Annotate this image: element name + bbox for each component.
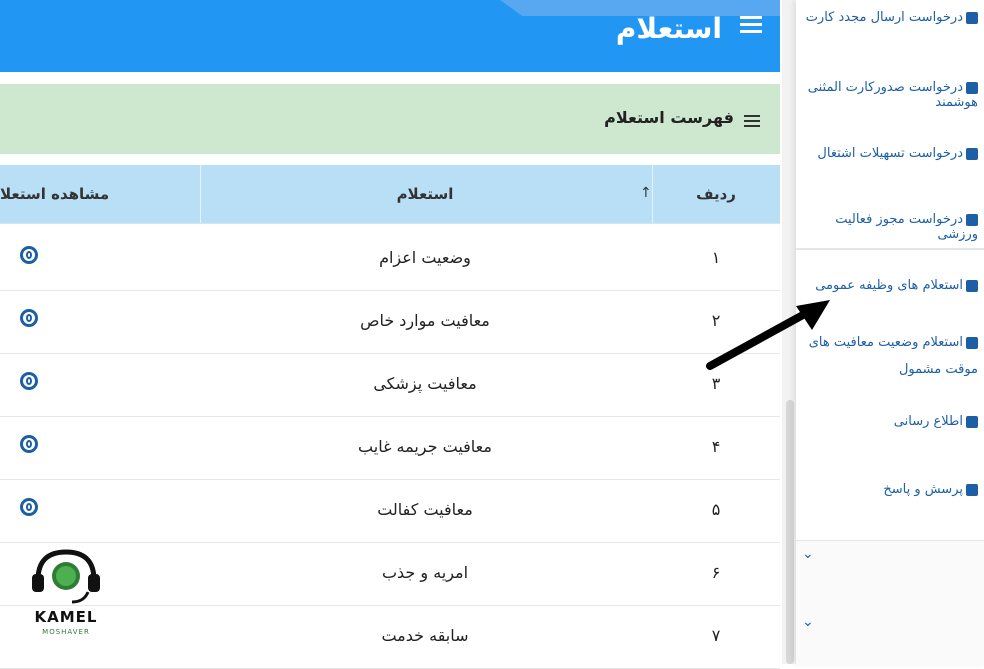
- row-number: ۴: [711, 437, 721, 456]
- search-icon: [966, 337, 978, 349]
- view-icon[interactable]: [20, 246, 38, 264]
- money-icon: [966, 147, 978, 160]
- table-row: معافیت کفالت ۵: [0, 480, 780, 543]
- row-number: ۵: [711, 500, 721, 519]
- column-row[interactable]: ردیف: [652, 165, 780, 223]
- column-view: مشاهده استعلا: [0, 185, 110, 203]
- scrollbar-thumb[interactable]: [786, 400, 794, 664]
- row-title: سابقه خدمت: [381, 626, 469, 645]
- chevron-down-icon[interactable]: ⌄: [802, 614, 814, 630]
- table-header: مشاهده استعلا استعلام ↑ ردیف: [0, 165, 780, 224]
- card-icon: [966, 11, 978, 24]
- sidebar-item-duplicate-card[interactable]: درخواست صدورکارت المثنی هوشمند: [798, 80, 978, 110]
- search-icon: [966, 279, 978, 292]
- sidebar-item-card-resend[interactable]: درخواست ارسال مجدد کارت: [798, 10, 978, 25]
- sidebar-item-faq[interactable]: پرسش و پاسخ: [798, 482, 978, 497]
- row-number: ۶: [711, 563, 721, 582]
- page-title: استعلام: [615, 12, 722, 45]
- menu-icon[interactable]: [740, 12, 762, 33]
- row-number: ۱: [711, 248, 721, 267]
- table-row: امریه و جذب ۶: [0, 543, 780, 606]
- sidebar-item-sport-permit[interactable]: درخواست مجوز فعالیت ورزشی: [798, 212, 978, 242]
- table-row: وضعیت اعزام ۱: [0, 228, 780, 291]
- row-number: ۷: [711, 626, 721, 645]
- info-icon: [966, 415, 978, 428]
- list-icon: [744, 112, 760, 127]
- row-title: معافیت موارد خاص: [360, 311, 490, 330]
- annotation-arrow: [706, 300, 830, 370]
- sidebar-item-public-duty-inquiry[interactable]: استعلام های وظیفه عمومی: [798, 278, 978, 293]
- chevron-down-icon[interactable]: ⌄: [802, 546, 814, 562]
- sidebar-bottom: [796, 540, 984, 665]
- sidebar-item-employment-loan[interactable]: درخواست تسهیلات اشتغال: [798, 146, 978, 161]
- view-icon[interactable]: [20, 309, 38, 327]
- logo-name: KAMEL: [34, 608, 98, 626]
- logo-subtitle: MOSHAVER: [42, 628, 90, 636]
- sidebar-item-announcements[interactable]: اطلاع رسانی: [798, 414, 978, 429]
- panel-header: فهرست استعلام: [0, 84, 780, 154]
- row-title: معافیت پزشکی: [373, 374, 477, 393]
- table-row: معافیت پزشکی ۳: [0, 354, 780, 417]
- brand-logo: KAMEL MOSHAVER: [28, 546, 104, 642]
- row-title: وضعیت اعزام: [379, 248, 471, 267]
- panel-title: فهرست استعلام: [604, 108, 734, 127]
- main-content: استعلام فهرست استعلام مشاهده استعلا استع…: [0, 0, 780, 669]
- table-row: معافیت جریمه غایب ۴: [0, 417, 780, 480]
- page-header: استعلام: [0, 0, 780, 72]
- row-title: امریه و جذب: [381, 563, 469, 582]
- sort-up-icon[interactable]: ↑: [640, 185, 652, 201]
- view-icon[interactable]: [20, 435, 38, 453]
- headset-icon: [32, 549, 100, 604]
- view-icon[interactable]: [20, 498, 38, 516]
- sidebar-divider: [796, 248, 984, 250]
- row-title: معافیت جریمه غایب: [358, 437, 492, 456]
- card-icon: [966, 81, 978, 94]
- table-body: وضعیت اعزام ۱ معافیت موارد خاص ۲ معافیت …: [0, 228, 780, 669]
- question-icon: [966, 483, 978, 496]
- table-row: معافیت موارد خاص ۲: [0, 291, 780, 354]
- sport-icon: [966, 213, 978, 226]
- row-title: معافیت کفالت: [377, 500, 473, 519]
- table-row: سابقه خدمت ۷: [0, 606, 780, 669]
- view-icon[interactable]: [20, 372, 38, 390]
- column-inquiry[interactable]: استعلام: [200, 165, 650, 223]
